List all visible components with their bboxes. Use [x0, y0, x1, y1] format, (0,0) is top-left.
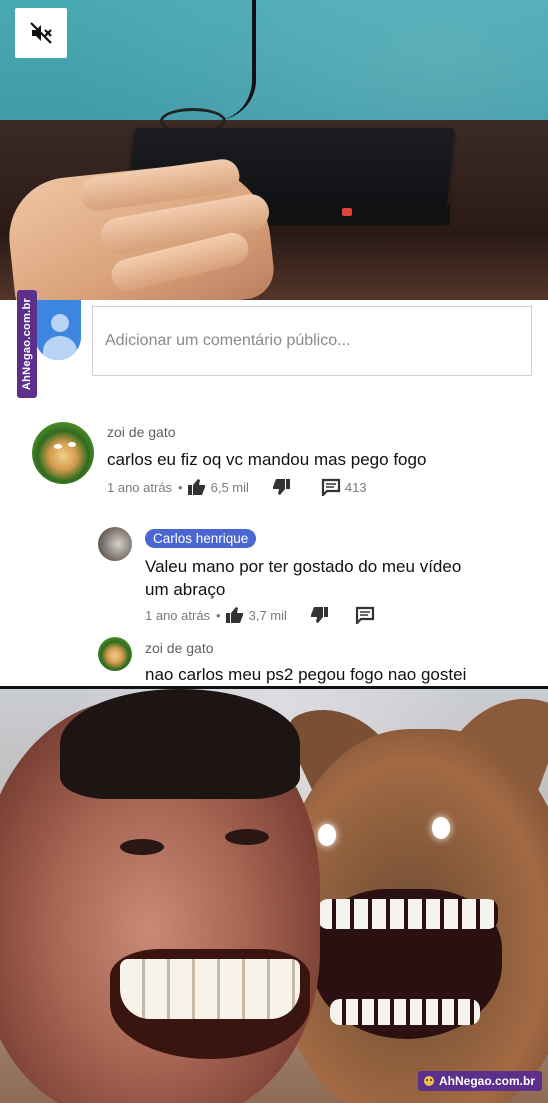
watermark-side-text: AhNegao.com.br: [21, 297, 33, 391]
thumbs-up-icon[interactable]: [225, 606, 245, 624]
comment-text: nao carlos meu ps2 pegou fogo nao gostei: [145, 665, 467, 684]
comment-meta: 1 ano atrás • 3,7 mil: [145, 606, 375, 624]
man-hair: [60, 689, 300, 799]
mute-icon: [30, 22, 52, 44]
reaction-image: AhNegao.com.br: [0, 686, 548, 1103]
man-teeth: [120, 959, 300, 1019]
reply-count[interactable]: 413: [345, 480, 367, 495]
comment-text-continued: um abraço: [145, 580, 226, 599]
watermark-badge: AhNegao.com.br: [417, 1071, 542, 1091]
avatar[interactable]: [98, 637, 132, 671]
thumbs-down-icon[interactable]: [309, 606, 329, 624]
man-eye: [120, 839, 164, 855]
power-cable: [212, 0, 256, 120]
comment-text: Valeu mano por ter gostado do meu vídeo: [145, 557, 462, 576]
comment-time: 1 ano atrás: [107, 479, 173, 495]
default-avatar-icon: [35, 300, 81, 360]
man-eye: [225, 829, 269, 845]
watermark-side: AhNegao.com.br: [17, 290, 37, 398]
comment-author[interactable]: zoi de gato: [145, 640, 214, 656]
watermark-logo-icon: [423, 1076, 434, 1086]
avatar[interactable]: [98, 527, 132, 561]
comment-meta: 1 ano atrás • 6,5 mil 413: [107, 478, 367, 496]
comment-text: carlos eu fiz oq vc mandou mas pego fogo: [107, 450, 427, 469]
mute-button[interactable]: [15, 8, 67, 58]
comment-time: 1 ano atrás: [145, 607, 211, 623]
like-count: 6,5 mil: [210, 479, 249, 495]
like-count: 3,7 mil: [248, 607, 287, 623]
dog-eye: [432, 817, 450, 839]
thumbs-down-icon[interactable]: [271, 478, 291, 496]
dog-teeth: [330, 999, 480, 1025]
dog-teeth: [318, 899, 498, 929]
video-player[interactable]: [0, 0, 548, 300]
reply-comment-icon[interactable]: [355, 606, 375, 624]
add-comment-placeholder: Adicionar um comentário público...: [105, 332, 351, 349]
comment-author[interactable]: zoi de gato: [107, 424, 176, 440]
reply-comment-icon[interactable]: [321, 478, 341, 496]
thumbs-up-icon[interactable]: [187, 478, 207, 496]
channel-owner-badge[interactable]: Carlos henrique: [145, 529, 257, 548]
console-eject-button: [342, 208, 352, 216]
add-comment-input[interactable]: Adicionar um comentário público...: [92, 306, 532, 376]
dog-eye: [318, 824, 336, 846]
watermark-bottom-text: AhNegao.com.br: [438, 1074, 535, 1088]
avatar[interactable]: [32, 422, 94, 484]
